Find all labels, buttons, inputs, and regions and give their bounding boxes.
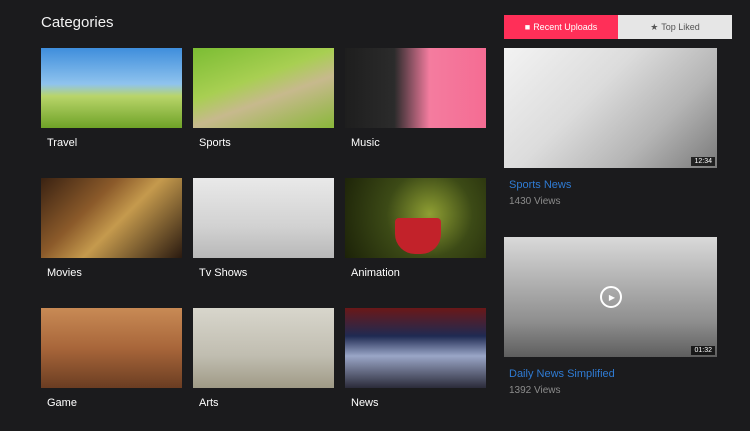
video-duration: 01:32 <box>691 346 715 355</box>
category-label: Arts <box>199 397 219 409</box>
category-label: Tv Shows <box>199 267 248 279</box>
category-tile-sports[interactable]: Sports <box>193 48 334 149</box>
category-thumbnail[interactable] <box>193 308 334 388</box>
category-label: News <box>351 397 379 409</box>
category-label: Animation <box>351 267 400 279</box>
tab-label: Recent Uploads <box>533 22 598 32</box>
category-thumbnail[interactable] <box>193 178 334 258</box>
category-thumbnail[interactable] <box>193 48 334 128</box>
video-duration: 12:34 <box>691 157 715 166</box>
tab-label: Top Liked <box>661 22 700 32</box>
video-views: 1392 Views <box>509 385 561 396</box>
category-tile-tv-shows[interactable]: Tv Shows <box>193 178 334 279</box>
video-card[interactable]: 12:34 Sports News 1430 Views <box>504 48 717 207</box>
category-thumbnail[interactable] <box>41 48 182 128</box>
category-thumbnail[interactable] <box>41 178 182 258</box>
category-thumbnail[interactable] <box>41 308 182 388</box>
category-tile-travel[interactable]: Travel <box>41 48 182 149</box>
category-label: Travel <box>47 137 78 149</box>
video-title-link[interactable]: Sports News <box>509 179 571 191</box>
video-title-link[interactable]: Daily News Simplified <box>509 368 615 380</box>
star-icon: ★ <box>650 21 659 32</box>
video-thumbnail[interactable]: 12:34 <box>504 48 717 168</box>
category-tile-game[interactable]: Game <box>41 308 182 409</box>
tab-recent-uploads[interactable]: ■ Recent Uploads <box>504 15 618 39</box>
category-label: Sports <box>199 137 231 149</box>
play-icon[interactable]: ▶ <box>600 286 622 308</box>
category-tile-arts[interactable]: Arts <box>193 308 334 409</box>
thumbnail-decoration <box>395 218 441 254</box>
video-views: 1430 Views <box>509 196 561 207</box>
category-tile-animation[interactable]: Animation <box>345 178 486 279</box>
category-label: Movies <box>47 267 82 279</box>
video-camera-icon: ■ <box>524 21 531 32</box>
category-label: Music <box>351 137 380 149</box>
category-thumbnail[interactable] <box>345 178 486 258</box>
tab-top-liked[interactable]: ★ Top Liked <box>618 15 732 39</box>
video-thumbnail[interactable]: ▶ 01:32 <box>504 237 717 357</box>
category-tile-movies[interactable]: Movies <box>41 178 182 279</box>
category-thumbnail[interactable] <box>345 48 486 128</box>
category-thumbnail[interactable] <box>345 308 486 388</box>
category-label: Game <box>47 397 77 409</box>
category-tile-music[interactable]: Music <box>345 48 486 149</box>
category-tile-news[interactable]: News <box>345 308 486 409</box>
page-title: Categories <box>41 14 114 31</box>
category-grid: Travel Sports Music Movies Tv Shows Anim… <box>41 48 486 418</box>
video-card[interactable]: ▶ 01:32 Daily News Simplified 1392 Views <box>504 237 717 396</box>
